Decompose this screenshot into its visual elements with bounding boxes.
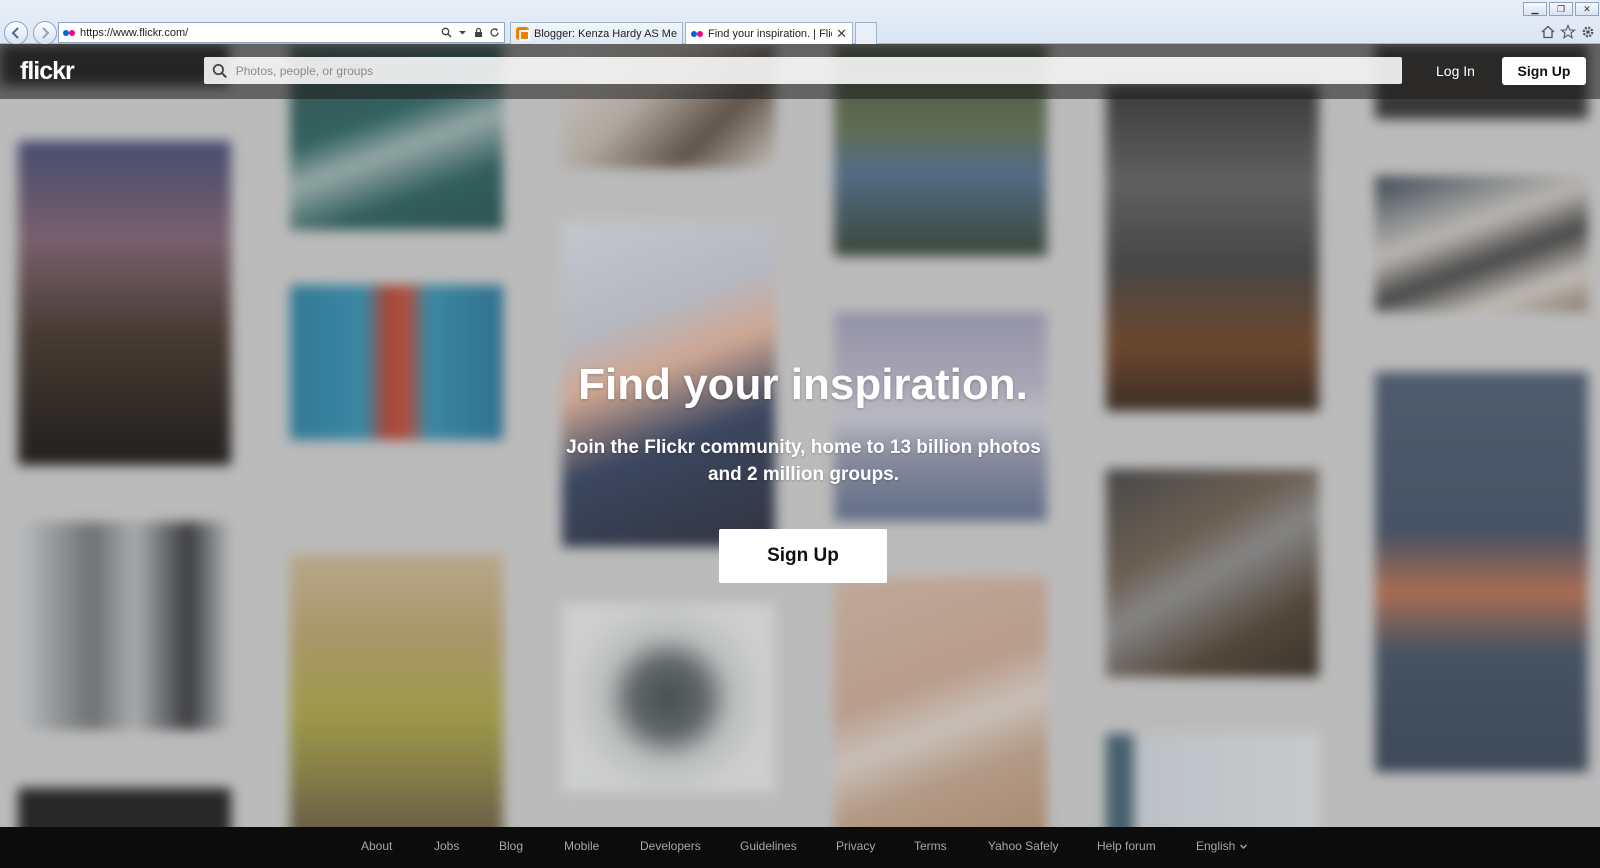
footer-link-guidelines[interactable]: Guidelines: [740, 839, 797, 853]
close-tab-icon[interactable]: ✕: [836, 26, 847, 42]
tab-label: Blogger: Kenza Hardy AS Medi...: [534, 27, 677, 40]
favorites-star-icon[interactable]: [1560, 24, 1576, 40]
address-bar[interactable]: https://www.flickr.com/: [58, 22, 505, 43]
footer-link-jobs[interactable]: Jobs: [434, 839, 459, 853]
hero-subtitle-line: and 2 million groups.: [707, 464, 900, 485]
browser-chrome: https://www.flickr.com/ Blogger: Kenza H…: [0, 0, 1600, 45]
arrow-left-icon: [11, 27, 19, 39]
arrow-right-icon: [42, 27, 50, 39]
footer-link-mobile[interactable]: Mobile: [564, 839, 599, 853]
chevron-down-icon: [1240, 844, 1248, 849]
language-label: English: [1196, 839, 1236, 853]
footer-link-about[interactable]: About: [361, 839, 392, 853]
close-window-button[interactable]: ✕: [1575, 2, 1599, 16]
footer-link-yahoo-safely[interactable]: Yahoo Safely: [988, 839, 1059, 853]
hero-signup-button[interactable]: Sign Up: [719, 529, 887, 583]
site-header: flickr Log In Sign Up: [0, 44, 1600, 99]
home-icon[interactable]: [1540, 24, 1556, 40]
footer-link-terms[interactable]: Terms: [914, 839, 947, 853]
flickr-logo[interactable]: flickr: [20, 57, 75, 86]
minimize-button[interactable]: ▁: [1523, 2, 1547, 16]
footer-link-developers[interactable]: Developers: [640, 839, 701, 853]
dropdown-arrow-icon[interactable]: [457, 27, 468, 38]
tab-flickr[interactable]: Find your inspiration. | Flickr ✕: [685, 22, 853, 44]
flickr-landing-page: flickr Log In Sign Up Find your inspirat…: [0, 44, 1600, 868]
flickr-favicon-icon: [691, 30, 703, 38]
tab-blogger[interactable]: Blogger: Kenza Hardy AS Medi...: [510, 22, 683, 44]
search-input[interactable]: [235, 63, 1402, 78]
back-button[interactable]: [4, 21, 28, 45]
gear-icon[interactable]: [1580, 24, 1596, 40]
lock-icon[interactable]: [473, 27, 484, 38]
footer-link-privacy[interactable]: Privacy: [836, 839, 875, 853]
tab-label: Find your inspiration. | Flickr: [708, 27, 833, 40]
blogger-favicon-icon: [516, 27, 530, 41]
search-bar[interactable]: [204, 57, 1402, 84]
forward-button[interactable]: [33, 21, 57, 45]
hero-title: Find your inspiration.: [578, 360, 1028, 409]
flickr-favicon-icon: [63, 29, 75, 37]
restore-button[interactable]: ❐: [1549, 2, 1573, 16]
hero-subtitle: Join the Flickr community, home to 13 bi…: [540, 434, 1067, 488]
address-url[interactable]: https://www.flickr.com/: [80, 27, 441, 39]
search-icon: [212, 63, 227, 78]
refresh-icon[interactable]: [489, 27, 500, 38]
site-footer: About Jobs Blog Mobile Developers Guidel…: [0, 827, 1600, 868]
footer-link-help-forum[interactable]: Help forum: [1097, 839, 1156, 853]
language-selector[interactable]: English: [1196, 839, 1248, 853]
header-signup-button[interactable]: Sign Up: [1502, 57, 1586, 85]
footer-link-blog[interactable]: Blog: [499, 839, 523, 853]
hero-subtitle-line: Join the Flickr community, home to 13 bi…: [566, 437, 1041, 458]
search-icon[interactable]: [441, 27, 452, 38]
new-tab-button[interactable]: [855, 22, 877, 44]
login-link[interactable]: Log In: [1436, 63, 1475, 79]
